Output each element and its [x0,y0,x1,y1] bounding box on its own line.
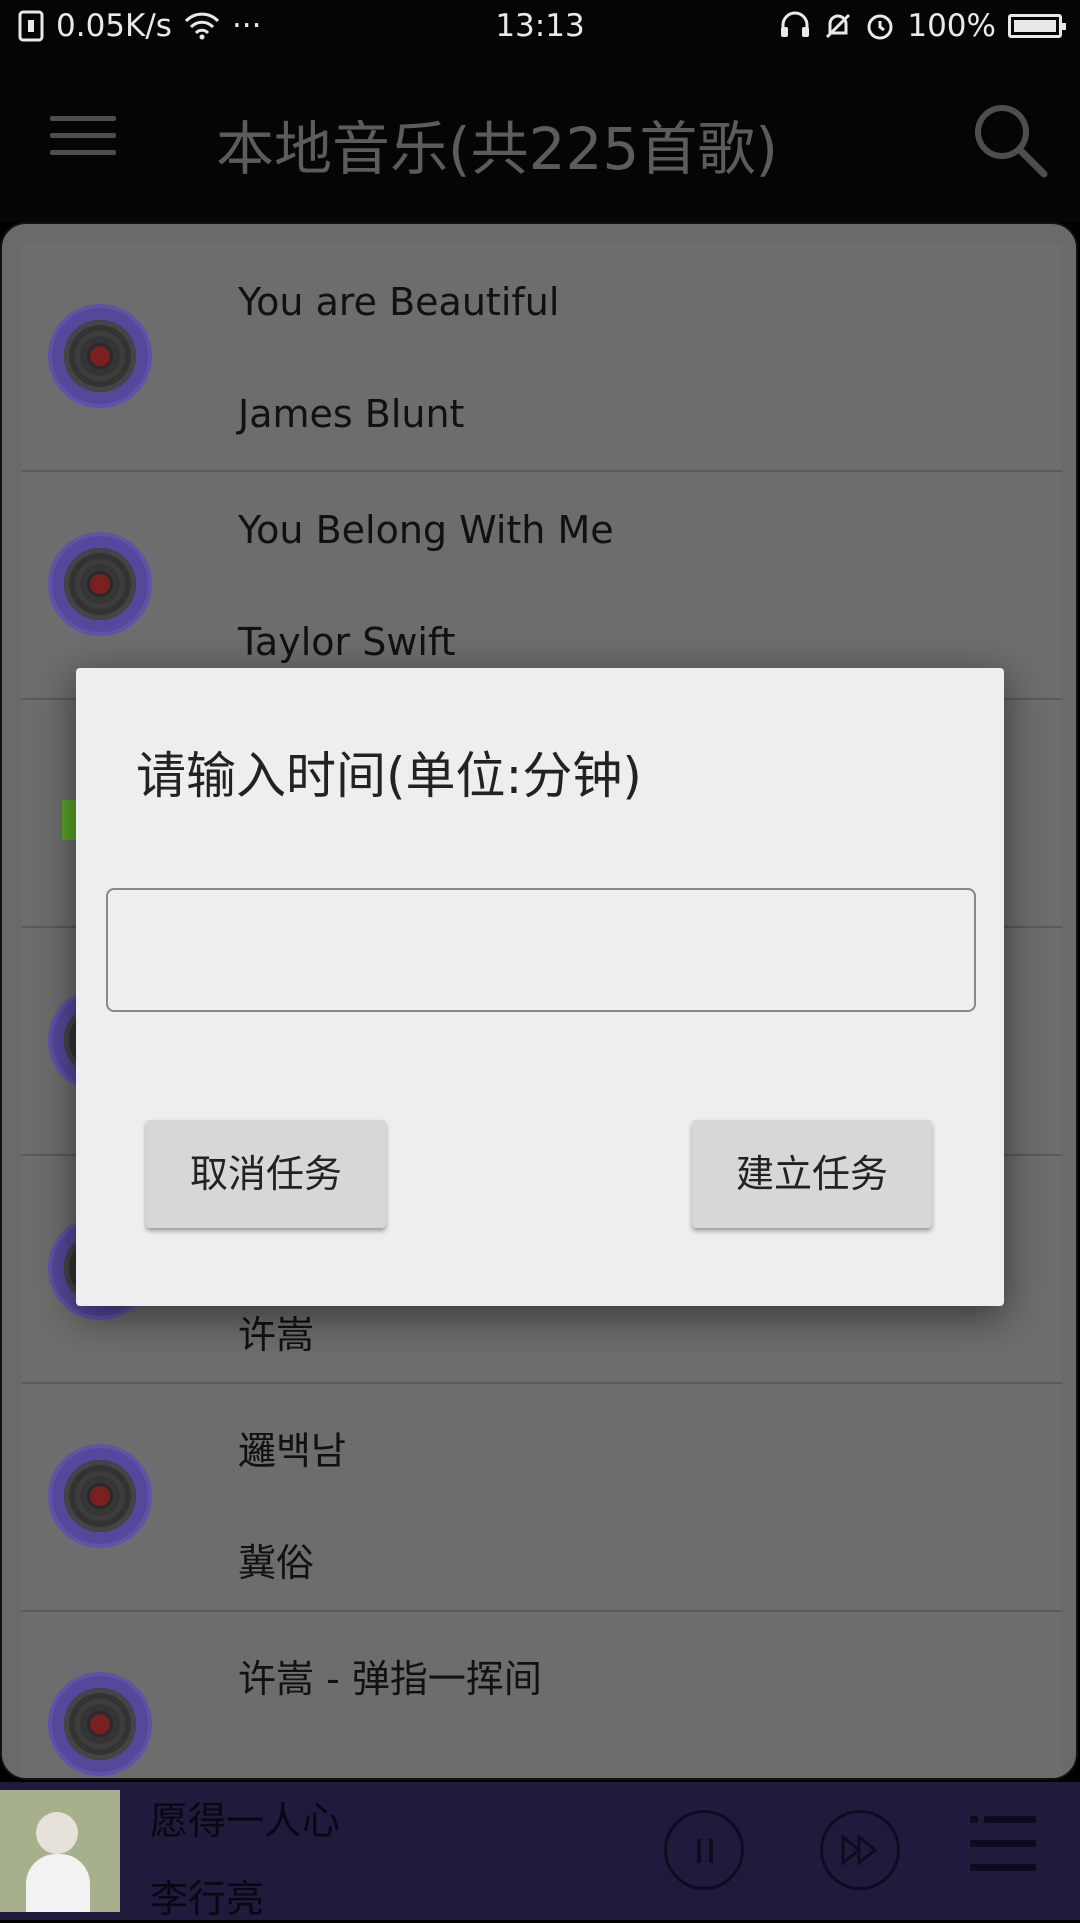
alarm-icon [867,14,893,40]
song-artist: 许嵩 [238,1313,315,1357]
now-playing-artist: 李行亮 [150,1877,265,1921]
song-row[interactable]: You Belong With Me Taylor Swift [22,472,1062,700]
search-icon[interactable] [970,100,1050,180]
mini-player: 愿得一人心 李行亮 [0,1782,1080,1921]
battery-icon [1008,14,1066,38]
song-artist: Taylor Swift [238,620,456,664]
song-row[interactable]: You are Beautiful James Blunt [22,244,1062,472]
dialog-title: 请输入时间(单位:分钟) [136,747,642,805]
pause-button[interactable] [664,1810,744,1890]
mute-bell-icon [826,13,851,39]
page-title: 本地音乐(共225首歌) [216,115,778,183]
song-row[interactable]: 邏백남 冀俗 [22,1384,1062,1612]
song-title: You Belong With Me [238,508,614,552]
song-artist: James Blunt [238,392,465,436]
fast-forward-icon [841,1833,878,1867]
song-title: You are Beautiful [238,280,560,324]
album-cover[interactable] [0,1790,120,1912]
cancel-task-button[interactable]: 取消任务 [146,1120,386,1228]
minutes-input[interactable] [106,888,976,1012]
status-bar: 0.05K/s ··· 13:13 100% [0,0,1080,56]
create-task-button[interactable]: 建立任务 [692,1120,932,1228]
vinyl-disc-icon [52,308,148,404]
next-button[interactable] [820,1810,900,1890]
timer-dialog: 请输入时间(单位:分钟) 取消任务 建立任务 [76,668,1004,1306]
song-title: 邏백남 [238,1429,346,1473]
battery-percent: 100% [907,8,996,44]
headset-icon [781,11,810,37]
song-row[interactable]: 许嵩 - 弹指一挥间 [22,1612,1062,1778]
vinyl-disc-icon [52,1676,148,1772]
song-title: 许嵩 - 弹指一挥间 [238,1657,542,1701]
hamburger-menu-icon[interactable] [50,116,116,156]
vinyl-disc-icon [52,536,148,632]
vinyl-disc-icon [52,1448,148,1544]
playing-indicator [62,800,76,840]
playlist-icon[interactable] [966,1810,1036,1882]
song-artist: 冀俗 [238,1541,315,1585]
app-bar: 本地音乐(共225首歌) [0,56,1080,222]
now-playing-title: 愿得一人心 [150,1799,341,1843]
